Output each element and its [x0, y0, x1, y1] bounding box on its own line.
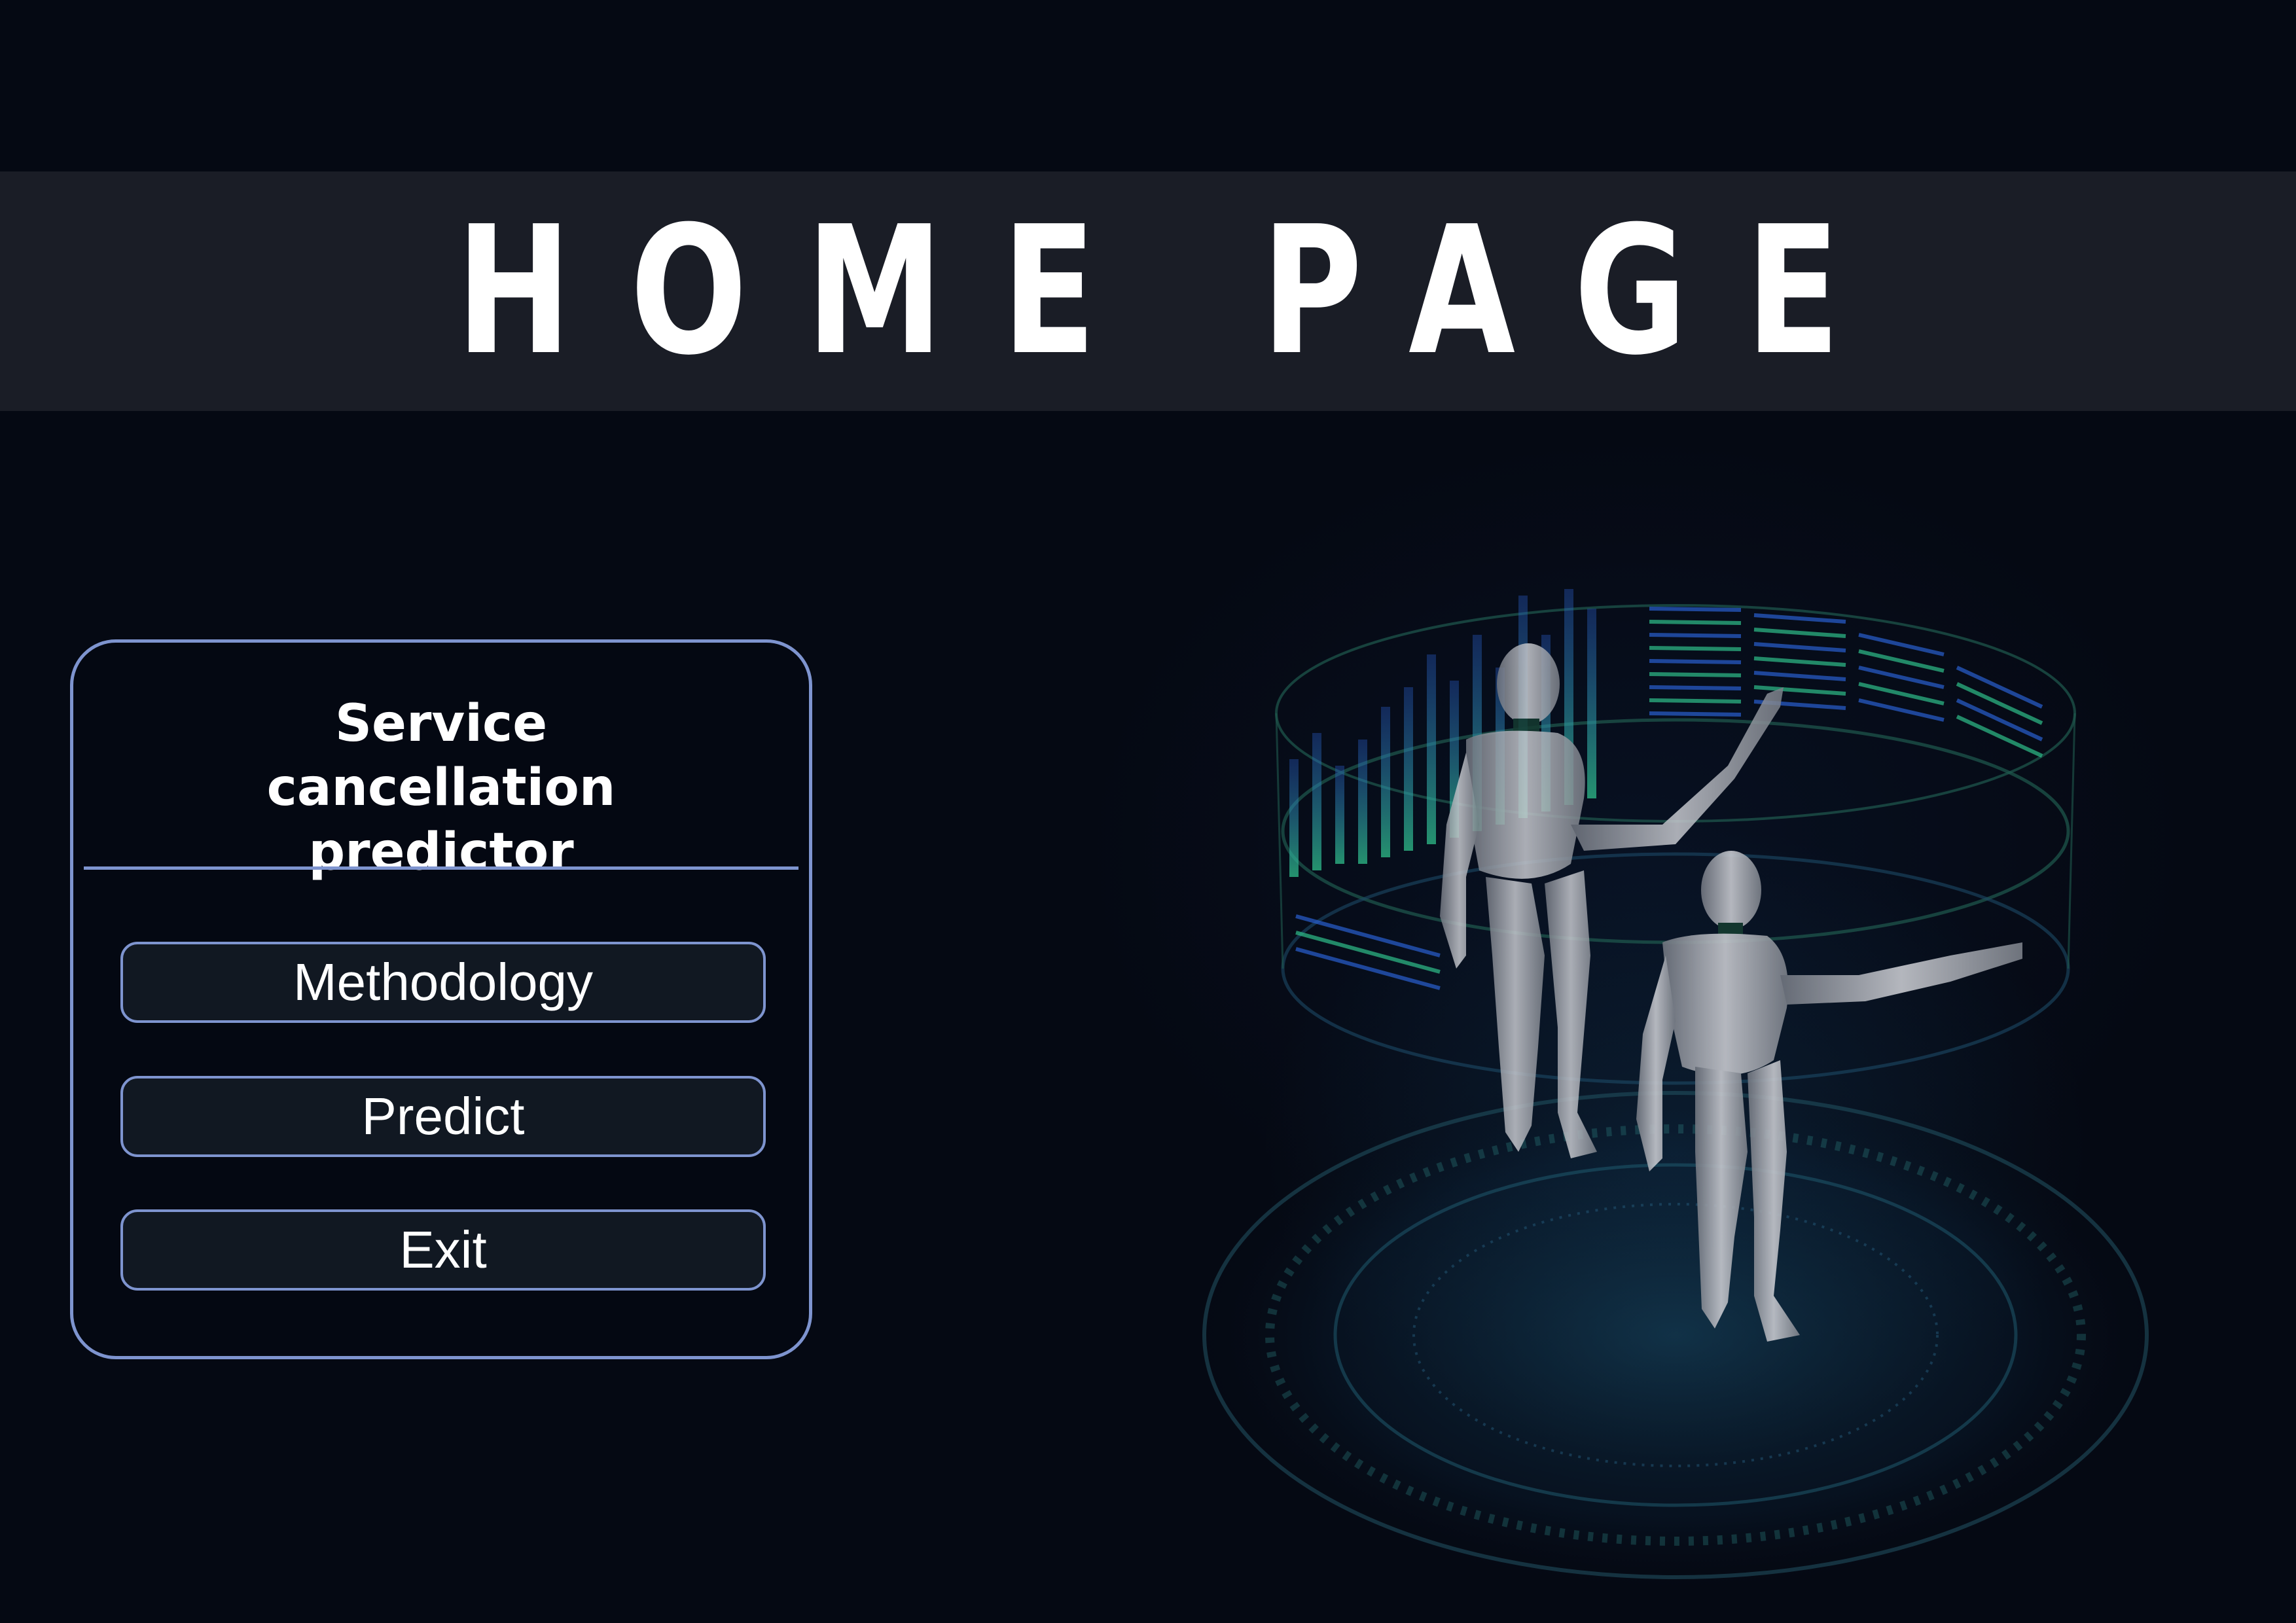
robots-hologram-illustration [1178, 589, 2173, 1597]
methodology-button[interactable]: Methodology [120, 942, 766, 1023]
hologram-right-edge [2067, 713, 2076, 969]
page-title: HOME PAGE [456, 188, 1899, 394]
menu-panel: Service cancellation predictor Methodolo… [70, 639, 812, 1359]
floor-glow [1178, 1073, 2173, 1597]
panel-divider [84, 866, 798, 870]
panel-title: Service cancellation predictor [266, 694, 616, 882]
hologram-left-edge [1275, 713, 1284, 969]
predict-button[interactable]: Predict [120, 1076, 766, 1157]
exit-button[interactable]: Exit [120, 1209, 766, 1291]
